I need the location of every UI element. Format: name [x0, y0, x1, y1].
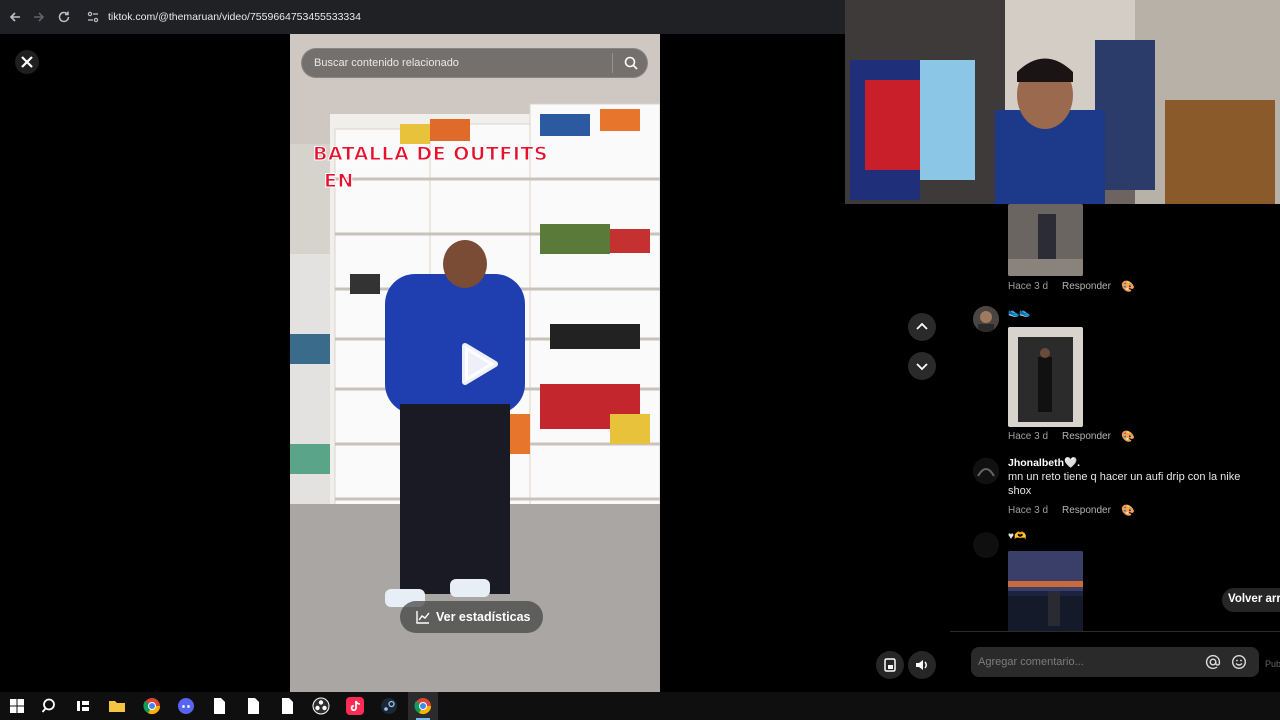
previous-video-button[interactable]: [908, 313, 936, 341]
windows-icon[interactable]: [8, 697, 26, 715]
reply-link[interactable]: Responder: [1062, 505, 1111, 516]
view-stats-button[interactable]: Ver estadísticas: [400, 601, 543, 633]
reload-icon[interactable]: [56, 9, 72, 25]
avatar[interactable]: [973, 458, 999, 484]
next-video-button[interactable]: [908, 352, 936, 380]
mini-player-icon: [884, 658, 896, 672]
reaction-emoji-icon[interactable]: 🎨: [1121, 504, 1135, 517]
close-icon[interactable]: [15, 50, 39, 74]
video-overlay-title: BATALLA DE OUTFITS: [312, 143, 549, 166]
comment-input[interactable]: Agregar comentario...: [971, 647, 1259, 677]
search-taskbar-icon[interactable]: [41, 697, 59, 715]
forward-arrow-icon[interactable]: [31, 9, 47, 25]
reaction-emoji-icon[interactable]: 🎨: [1121, 280, 1135, 293]
comment-timestamp: Hace 3 d: [1008, 431, 1049, 442]
chrome-icon[interactable]: [143, 697, 161, 715]
file-icon[interactable]: [244, 697, 262, 715]
reply-link[interactable]: Responder: [1062, 281, 1111, 292]
chart-icon: [416, 610, 430, 624]
comment-timestamp: Hace 3 d: [1008, 505, 1049, 516]
video-overlay-subtitle: EN: [324, 170, 354, 193]
browser-toolbar: tiktok.com/@themaruan/video/755966475345…: [0, 0, 845, 34]
volume-icon: [916, 660, 927, 670]
back-arrow-icon[interactable]: [7, 9, 23, 25]
publish-button[interactable]: Pub: [1265, 659, 1280, 669]
address-bar-url[interactable]: tiktok.com/@themaruan/video/755966475345…: [108, 11, 361, 23]
reaction-emoji-icon[interactable]: 🎨: [1121, 430, 1135, 443]
comment-text: mn un reto tiene q hacer un aufi drip co…: [1008, 471, 1241, 497]
file-icon[interactable]: [278, 697, 296, 715]
play-icon[interactable]: [455, 341, 501, 387]
comment-image-thumbnail[interactable]: [1008, 327, 1083, 427]
floating-player-button[interactable]: [876, 651, 904, 679]
chevron-down-icon: [916, 363, 928, 371]
view-stats-label: Ver estadísticas: [436, 610, 531, 624]
comment-text: 👟👟: [1008, 307, 1031, 317]
comment-image-thumbnail[interactable]: [1008, 204, 1083, 276]
reply-link[interactable]: Responder: [1062, 431, 1111, 442]
tiktok-icon[interactable]: [346, 697, 364, 715]
obs-icon[interactable]: [312, 697, 330, 715]
divider: [950, 631, 1280, 632]
avatar[interactable]: [973, 532, 999, 558]
taskbar: [0, 692, 1280, 720]
emoji-icon[interactable]: [1231, 654, 1247, 670]
chevron-up-icon: [916, 322, 928, 330]
discord-icon[interactable]: [177, 697, 195, 715]
comment-text: ♥🫶: [1008, 531, 1027, 542]
volume-button[interactable]: [908, 651, 936, 679]
comments-panel: Hace 3 d Responder 🎨 👟👟 Hace 3 d Respond…: [955, 204, 1280, 632]
site-info-icon[interactable]: [86, 10, 100, 24]
comment-username[interactable]: Jhonalbeth🤍.: [1008, 456, 1080, 469]
search-divider: [612, 53, 613, 73]
search-icon[interactable]: [623, 55, 639, 71]
back-to-top-button[interactable]: Volver arri: [1222, 588, 1280, 612]
steam-icon[interactable]: [380, 697, 398, 715]
related-search-bar[interactable]: Buscar contenido relacionado: [301, 48, 648, 78]
comment-input-placeholder[interactable]: Agregar comentario...: [978, 656, 1084, 668]
chrome-icon[interactable]: [414, 697, 432, 715]
file-explorer-icon[interactable]: [108, 697, 126, 715]
video-player[interactable]: BATALLA DE OUTFITS EN: [290, 34, 660, 692]
avatar[interactable]: [973, 306, 999, 332]
comment-image-thumbnail[interactable]: [1008, 551, 1083, 632]
comment-timestamp: Hace 3 d: [1008, 281, 1049, 292]
webcam-overlay: [845, 0, 1280, 204]
task-view-icon[interactable]: [74, 697, 92, 715]
file-icon[interactable]: [210, 697, 228, 715]
webcam-image: [845, 0, 1280, 204]
search-input[interactable]: Buscar contenido relacionado: [314, 57, 459, 69]
mention-icon[interactable]: [1205, 654, 1221, 670]
